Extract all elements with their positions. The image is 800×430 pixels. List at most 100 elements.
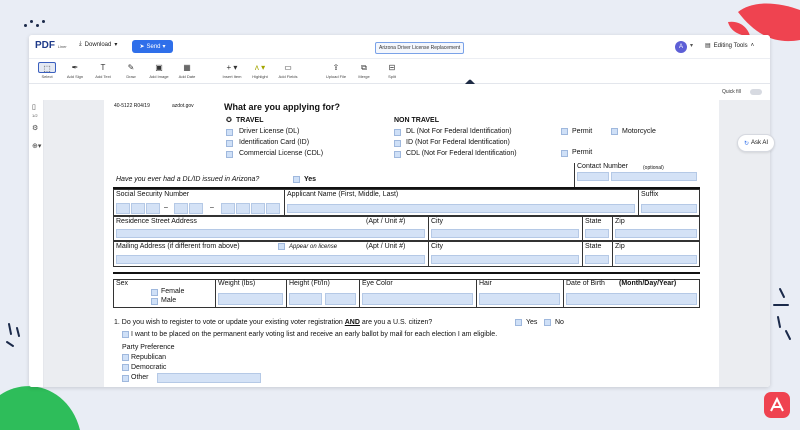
cursor-icon: ⬚: [38, 62, 56, 73]
ssn-digit-field[interactable]: [174, 203, 188, 214]
suffix-field[interactable]: [641, 204, 697, 213]
height-feet-field[interactable]: [289, 293, 322, 305]
checkbox-female[interactable]: [151, 289, 158, 296]
ssn-dash: –: [210, 204, 214, 211]
tool-insert-item[interactable]: + ▾ Insert Item: [219, 62, 245, 79]
checkbox-motorcycle[interactable]: [611, 128, 618, 135]
ssn-digit-field[interactable]: [116, 203, 130, 214]
non-travel-heading: NON TRAVEL: [394, 117, 439, 124]
dash-decoration-right: [773, 288, 791, 340]
checkbox-nontravel-id[interactable]: [394, 140, 401, 147]
checkbox-travel-id[interactable]: [226, 140, 233, 147]
sub-bar: Quick fill: [29, 84, 770, 100]
checkbox-republican[interactable]: [122, 354, 129, 361]
tool-merge[interactable]: ⧉ Merge: [351, 62, 377, 79]
checkbox-voter-yes[interactable]: [515, 319, 522, 326]
checkbox-appear-on-license[interactable]: [278, 243, 285, 250]
signature-icon: ✒: [71, 63, 79, 72]
early-voting-label: I want to be placed on the permanent ear…: [131, 331, 498, 338]
tool-split[interactable]: ⊟ Split: [379, 62, 405, 79]
checkbox-democratic[interactable]: [122, 364, 129, 371]
checkbox-male[interactable]: [151, 298, 158, 305]
download-button[interactable]: ⤓ Download ▾: [79, 41, 117, 48]
checkbox-permit-cdl[interactable]: [561, 150, 568, 157]
upload-icon: ⇪: [332, 63, 340, 72]
ask-ai-button[interactable]: ↻ Ask AI: [737, 134, 775, 152]
male-label: Male: [161, 297, 177, 304]
chevron-up-icon: ˄: [750, 42, 755, 49]
checkbox-early-voting[interactable]: [122, 331, 129, 338]
checkbox-nontravel-cdl[interactable]: [394, 151, 401, 158]
send-button[interactable]: ➤ Send ▾: [132, 40, 173, 53]
pages-icon[interactable]: ▯: [32, 103, 36, 111]
travel-star-icon: ✪: [226, 117, 232, 124]
female-label: Female: [161, 288, 185, 295]
apt-label: (Apt / Unit #): [366, 243, 406, 250]
ssn-digit-field[interactable]: [251, 203, 265, 214]
ssn-digit-field[interactable]: [131, 203, 145, 214]
mailing-city-field[interactable]: [431, 255, 579, 264]
residence-address-field[interactable]: [116, 229, 425, 238]
tool-add-text[interactable]: T Add Text: [90, 62, 116, 79]
tool-add-sign[interactable]: ✒ Add Sign: [62, 62, 88, 79]
form-id: 40-5122 R04/19: [114, 103, 150, 109]
ssn-digit-field[interactable]: [266, 203, 280, 214]
checkbox-travel-dl[interactable]: [226, 129, 233, 136]
mailing-state-field[interactable]: [585, 255, 609, 264]
option-label: ID (Not For Federal Identification): [406, 139, 510, 146]
avatar[interactable]: A: [675, 41, 687, 53]
plus-icon: + ▾: [226, 63, 238, 72]
tool-draw[interactable]: ✎ Draw: [118, 62, 144, 79]
chevron-down-icon: ▾: [114, 42, 118, 48]
dob-field[interactable]: [566, 293, 697, 305]
editing-tools-button[interactable]: ▤ Editing Tools ˄: [705, 42, 755, 50]
applicant-name-field[interactable]: [287, 204, 635, 213]
height-inches-field[interactable]: [325, 293, 356, 305]
tool-upload-file[interactable]: ⇪ Upload File: [323, 62, 349, 79]
ssn-digit-field[interactable]: [236, 203, 250, 214]
option-label: DL (Not For Federal Identification): [406, 128, 512, 135]
other-party-field[interactable]: [157, 373, 261, 383]
hair-field[interactable]: [479, 293, 560, 305]
mailing-zip-field[interactable]: [615, 255, 697, 264]
checkbox-nontravel-dl[interactable]: [394, 129, 401, 136]
divider: [638, 189, 639, 216]
ssn-digit-field[interactable]: [146, 203, 160, 214]
document-title[interactable]: Arizona Driver License Replacement: [375, 42, 465, 54]
app-logo[interactable]: PDF Liner: [35, 40, 67, 51]
checkbox-permit[interactable]: [561, 128, 568, 135]
party-label: Other: [131, 374, 149, 381]
checkbox-other-party[interactable]: [122, 375, 129, 382]
text-icon: T: [100, 63, 106, 72]
residence-city-field[interactable]: [431, 229, 579, 238]
left-sidebar: ▯ 1/2 ⚙ ⊕▾: [29, 100, 44, 387]
zoom-icon[interactable]: ⊕▾: [32, 142, 41, 150]
checkbox-prior-dl-yes[interactable]: [293, 176, 300, 183]
residence-zip-field[interactable]: [615, 229, 697, 238]
weight-field[interactable]: [218, 293, 283, 305]
tool-select[interactable]: ⬚ Select: [34, 62, 60, 79]
tool-add-image[interactable]: ▣ Add Image: [146, 62, 172, 79]
split-icon: ⊟: [388, 63, 396, 72]
pen-icon: ✎: [127, 63, 135, 72]
checkbox-voter-no[interactable]: [544, 319, 551, 326]
mailing-address-field[interactable]: [116, 255, 425, 264]
divider: [574, 163, 575, 189]
tool-add-fields[interactable]: ▭ Add Fields: [275, 62, 301, 79]
tool-highlight[interactable]: ʌ ▾ Highlight: [247, 62, 273, 79]
chevron-down-icon[interactable]: ▾: [690, 42, 693, 49]
residence-label: Residence Street Address: [116, 218, 197, 225]
quick-fill-label: Quick fill: [722, 89, 741, 95]
contact-number-field[interactable]: [611, 172, 697, 181]
eye-color-field[interactable]: [362, 293, 473, 305]
quick-fill-toggle[interactable]: [750, 89, 762, 95]
contact-area-code-field[interactable]: [577, 172, 609, 181]
checkbox-travel-cdl[interactable]: [226, 151, 233, 158]
tool-add-date[interactable]: ▦ Add Date: [174, 62, 200, 79]
settings-icon[interactable]: ⚙: [32, 124, 38, 132]
suffix-label: Suffix: [641, 191, 659, 198]
ssn-digit-field[interactable]: [189, 203, 203, 214]
ssn-digit-field[interactable]: [221, 203, 235, 214]
residence-state-field[interactable]: [585, 229, 609, 238]
tool-bar: ⬚ Select ✒ Add Sign T Add Text ✎ Draw ▣ …: [29, 59, 770, 94]
